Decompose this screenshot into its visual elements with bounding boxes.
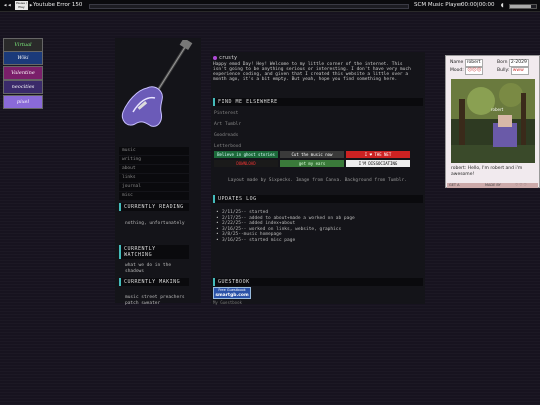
guestbook-button[interactable]: Free Guestbook smartgb.com <box>213 287 251 299</box>
seek-slider[interactable] <box>89 4 409 9</box>
badge-1[interactable]: Cut the music now <box>280 151 344 158</box>
intro-header: crusty <box>213 55 237 61</box>
nav-item-journal[interactable]: journal <box>119 183 189 191</box>
elsewhere-link-0[interactable]: Pinterest <box>214 111 238 117</box>
born-label: Born <box>497 60 508 65</box>
photo-caption: robert <box>491 107 504 112</box>
bully-value: www <box>510 67 529 75</box>
play-pause-button[interactable]: Pause / Play <box>15 1 28 10</box>
born-value: 2-2029 <box>508 59 529 67</box>
reading-header: CURRENTLY READING <box>119 203 189 211</box>
card-footer: GET A MADE BY ♡ ♡ ♡ <box>447 183 538 188</box>
volume-slider[interactable] <box>509 4 537 9</box>
watching-body: what we do in the shadows <box>125 263 172 274</box>
intro-name: crusty <box>219 55 238 61</box>
footer-right: ♡ ♡ ♡ <box>515 183 527 187</box>
guitar-image <box>121 40 193 127</box>
robert-photo: robert <box>451 79 535 163</box>
badge-4[interactable]: get my ears <box>280 160 344 167</box>
badge-5[interactable]: I'M DISSOCIATING <box>346 160 410 167</box>
nav-item-writing[interactable]: writing <box>119 156 189 164</box>
player-name: SCM Music Player <box>414 2 463 8</box>
site-button-3[interactable]: neocities <box>3 80 43 94</box>
nav-item-misc[interactable]: misc <box>119 192 189 200</box>
guestbook-header: GUESTBOOK <box>213 278 423 286</box>
volume-icon[interactable]: ◖ <box>500 1 504 10</box>
making-body: music street preachers patch sweater <box>125 295 185 306</box>
player-time: 00:00|00:00 <box>461 2 495 8</box>
guestbook-line2: smartgb.com <box>215 293 249 298</box>
site-button-0[interactable]: Virtual <box>3 38 43 52</box>
speech-text: robert: Hello, I'm robert and i'm awesom… <box>451 166 523 177</box>
site-button-1[interactable]: Wiki <box>3 51 43 65</box>
mood-label: Mood: <box>450 68 464 73</box>
updates-list: 2/11/25-- started2/17/25-- added to abou… <box>222 210 422 243</box>
elsewhere-header: FIND ME ELSEWHERE <box>213 98 423 106</box>
watching-header: CURRENTLY WATCHING <box>119 245 189 259</box>
badge-0[interactable]: Believe in ghost stories <box>214 151 278 158</box>
name-label: Name <box>450 60 464 65</box>
status-dot-icon <box>213 55 217 60</box>
nav-item-about[interactable]: about <box>119 165 189 173</box>
track-title: Youtube Error 150 <box>33 2 83 8</box>
intro-text: Happy emod Day! Hey! Welcome to my littl… <box>213 62 411 82</box>
card-mood-row: Mood: ☹☹☹ <box>450 67 484 75</box>
footer-mid: MADE BY <box>485 183 501 187</box>
nav-item-links[interactable]: links <box>119 174 189 182</box>
footer-left: GET A <box>449 183 460 187</box>
name-value: robert <box>464 59 483 67</box>
badge-2[interactable]: I ♥ THE NET <box>346 151 410 158</box>
elsewhere-link-3[interactable]: Letterboxd <box>214 144 241 150</box>
volume-fill <box>510 5 531 8</box>
elsewhere-link-2[interactable]: Goodreads <box>214 133 238 139</box>
updates-header: UPDATES LOG <box>213 195 423 203</box>
music-player-bar: ◂◂ Pause / Play ▸ Youtube Error 150 SCM … <box>0 0 540 12</box>
making-header: CURRENTLY MAKING <box>119 278 189 286</box>
nav-item-music[interactable]: music <box>119 147 189 155</box>
bully-label: Bully: <box>497 68 510 73</box>
card-bully-row: Bully: www <box>497 67 529 75</box>
layout-credit: Layout made by Sixpecks. Image from Canv… <box>228 178 407 183</box>
badge-3[interactable]: DOWNLOAD <box>214 160 278 167</box>
update-item: 3/16/25-- started misc page <box>222 238 422 244</box>
site-button-4[interactable]: pixel <box>3 95 43 109</box>
reading-body: nothing, unfortunately <box>125 221 185 226</box>
card-name-row: Name robert <box>450 59 483 67</box>
card-born-row: Born 2-2029 <box>497 59 529 67</box>
site-button-2[interactable]: Valentine <box>3 66 43 80</box>
guestbook-link[interactable]: My Guestbook <box>213 300 242 305</box>
elsewhere-link-1[interactable]: Art Tumblr <box>214 122 241 128</box>
skip-back-icon[interactable]: ◂◂ <box>3 1 11 10</box>
mood-value: ☹☹☹ <box>465 67 484 75</box>
